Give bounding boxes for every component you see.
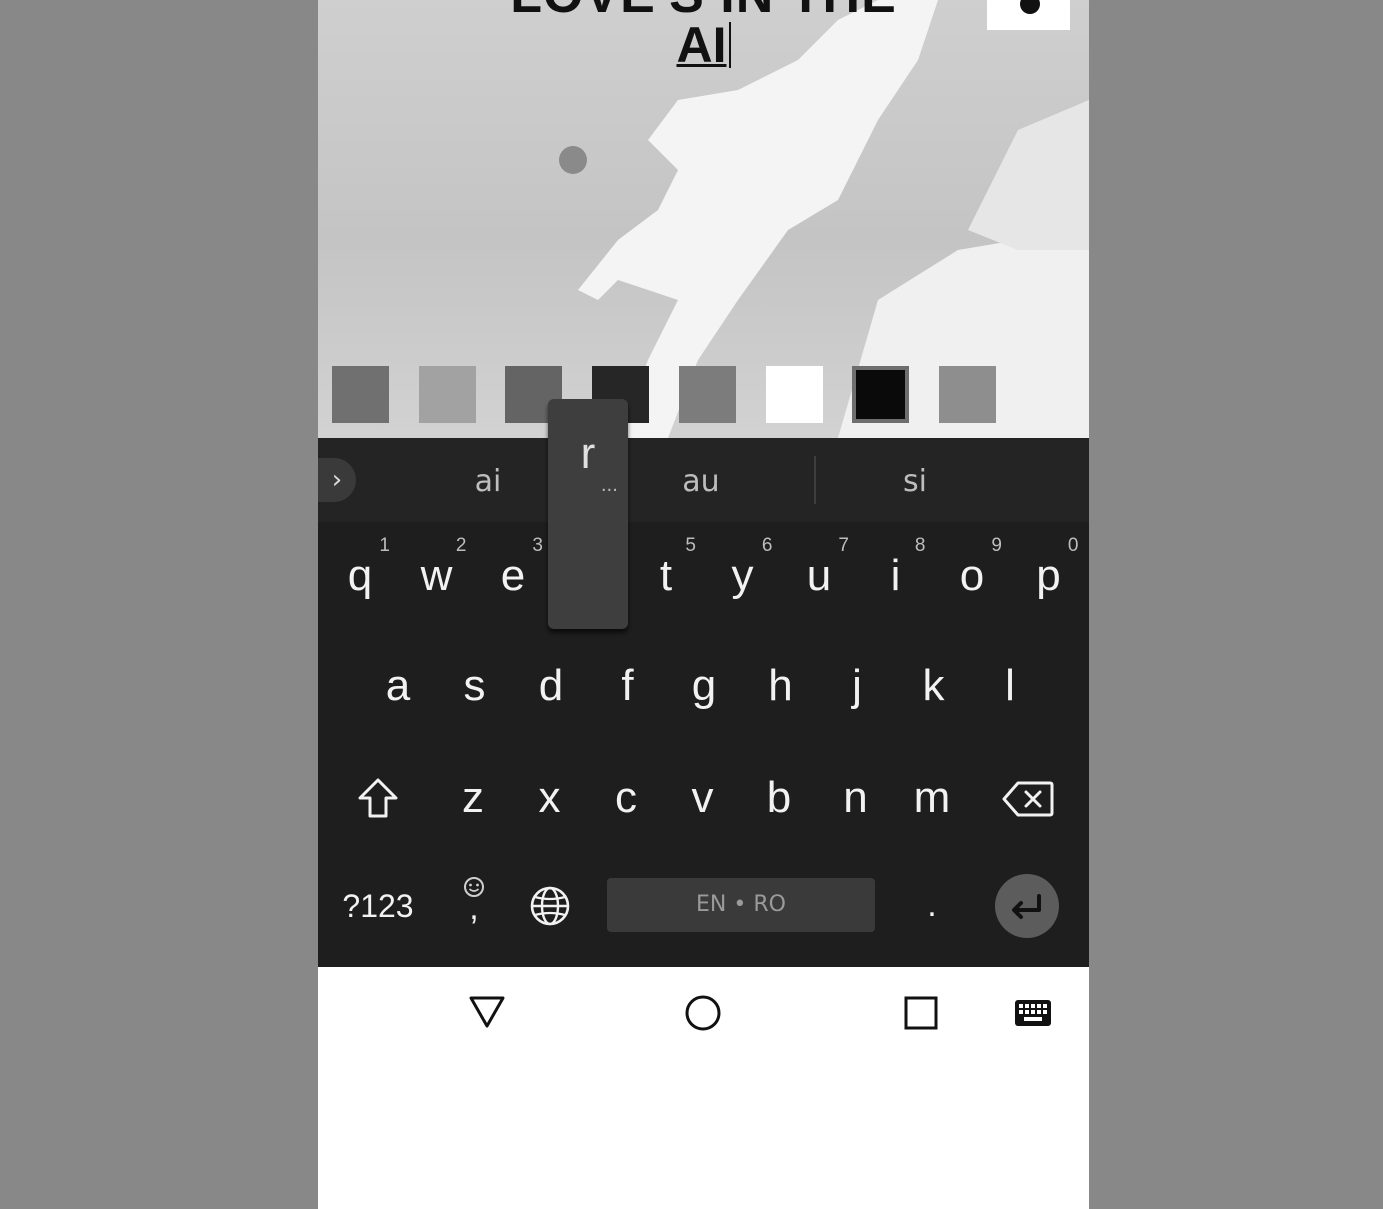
key-number-hint: 8	[914, 535, 926, 556]
system-navigation-bar	[318, 967, 1089, 1059]
key-label: p	[1036, 551, 1061, 600]
recents-icon[interactable]	[904, 996, 938, 1030]
suggestion-3[interactable]: si	[835, 460, 995, 504]
key-j[interactable]: j	[819, 646, 895, 726]
key-number-hint: 3	[532, 535, 543, 556]
key-z[interactable]: z	[435, 758, 511, 838]
key-number-hint: 5	[685, 535, 696, 556]
key-label: k	[922, 661, 945, 710]
key-a[interactable]: a	[360, 646, 436, 726]
key-p[interactable]: p0	[1011, 535, 1087, 616]
symbols-key[interactable]: ?123	[332, 884, 424, 928]
key-n[interactable]: n	[818, 758, 894, 838]
key-label: c	[615, 773, 637, 822]
key-v[interactable]: v	[665, 758, 741, 838]
key-x[interactable]: x	[512, 758, 588, 838]
key-f[interactable]: f	[590, 646, 666, 726]
home-icon[interactable]	[684, 994, 722, 1032]
key-label: h	[768, 661, 793, 710]
text-cursor	[728, 22, 731, 68]
key-i[interactable]: i8	[858, 535, 934, 616]
key-label: w	[420, 551, 453, 600]
pressed-key-more-indicator: ...	[600, 475, 618, 496]
backspace-key-icon[interactable]	[1002, 780, 1054, 818]
key-label: y	[731, 551, 754, 600]
key-label: v	[691, 773, 714, 822]
key-o[interactable]: o9	[934, 535, 1010, 616]
key-b[interactable]: b	[741, 758, 817, 838]
color-swatch-row	[318, 366, 1089, 424]
key-d[interactable]: d	[513, 646, 589, 726]
shift-key-icon[interactable]	[356, 776, 400, 820]
story-text-caption[interactable]: LOVE'S IN THE AI	[318, 0, 1089, 83]
period-key[interactable]: .	[912, 878, 952, 932]
key-label: n	[843, 773, 868, 822]
color-swatch-selected[interactable]	[852, 366, 910, 423]
key-label: a	[385, 661, 411, 710]
key-label: o	[959, 551, 985, 600]
key-number-hint: 2	[455, 535, 467, 556]
color-swatch[interactable]	[938, 366, 996, 423]
pressed-key-label: r	[580, 429, 596, 478]
key-e[interactable]: e3	[475, 535, 551, 616]
expand-toolbar-chevron-icon[interactable]: ›	[318, 458, 356, 502]
color-swatch[interactable]	[678, 366, 736, 423]
phone-screen: LOVE'S IN THE AI › ai au si q1w2e3r4t5y6…	[318, 0, 1089, 1209]
language-globe-icon[interactable]	[528, 884, 572, 928]
key-label: x	[538, 773, 561, 822]
soft-keyboard: › ai au si q1w2e3r4t5y6u7i8o9p0 asdfghjk…	[318, 438, 1089, 967]
key-label: m	[913, 773, 951, 822]
color-swatch[interactable]	[765, 366, 823, 423]
keyboard-switch-icon[interactable]	[1014, 999, 1052, 1027]
pressed-key-popup: r ...	[548, 399, 628, 629]
key-label: j	[852, 661, 862, 710]
key-k[interactable]: k	[896, 646, 972, 726]
comma-label: ,	[469, 889, 479, 927]
text-style-button[interactable]	[987, 0, 1070, 30]
story-editor-canvas[interactable]: LOVE'S IN THE AI	[318, 0, 1089, 438]
key-l[interactable]: l	[972, 646, 1048, 726]
key-m[interactable]: m	[894, 758, 970, 838]
key-label: d	[538, 661, 564, 710]
key-t[interactable]: t5	[628, 535, 704, 616]
key-label: z	[462, 773, 484, 822]
key-number-hint: 9	[991, 535, 1002, 556]
key-label: l	[1005, 661, 1015, 710]
key-y[interactable]: y6	[705, 535, 781, 616]
key-label: e	[500, 551, 526, 600]
key-g[interactable]: g	[666, 646, 742, 726]
key-s[interactable]: s	[437, 646, 513, 726]
key-w[interactable]: w2	[399, 535, 475, 616]
color-swatch[interactable]	[418, 366, 476, 423]
enter-arrow-icon	[1012, 894, 1041, 919]
text-style-icon	[1020, 0, 1040, 14]
key-h[interactable]: h	[743, 646, 819, 726]
enter-key[interactable]	[995, 874, 1059, 938]
key-label: s	[463, 661, 486, 710]
caption-line-2: AI	[676, 17, 727, 73]
key-label: b	[766, 773, 792, 822]
suggestion-divider	[814, 456, 816, 504]
key-label: f	[621, 661, 634, 710]
key-label: i	[890, 551, 901, 600]
suggestion-2[interactable]: au	[621, 460, 781, 504]
key-label: u	[806, 551, 832, 600]
key-number-hint: 7	[838, 535, 849, 556]
key-label: t	[659, 551, 673, 600]
key-number-hint: 0	[1067, 535, 1079, 556]
key-c[interactable]: c	[588, 758, 664, 838]
suggestion-1[interactable]: ai	[408, 460, 568, 504]
key-u[interactable]: u7	[781, 535, 857, 616]
color-swatch[interactable]	[332, 366, 389, 423]
key-number-hint: 6	[761, 535, 773, 556]
key-label: q	[347, 551, 373, 600]
back-icon[interactable]	[468, 995, 506, 1029]
space-key[interactable]: EN • RO	[607, 878, 875, 932]
key-q[interactable]: q1	[322, 535, 398, 616]
key-label: g	[691, 661, 717, 710]
key-number-hint: 1	[379, 535, 390, 556]
comma-emoji-key[interactable]: ,	[454, 874, 494, 938]
suggestion-bar: › ai au si	[318, 438, 1089, 522]
